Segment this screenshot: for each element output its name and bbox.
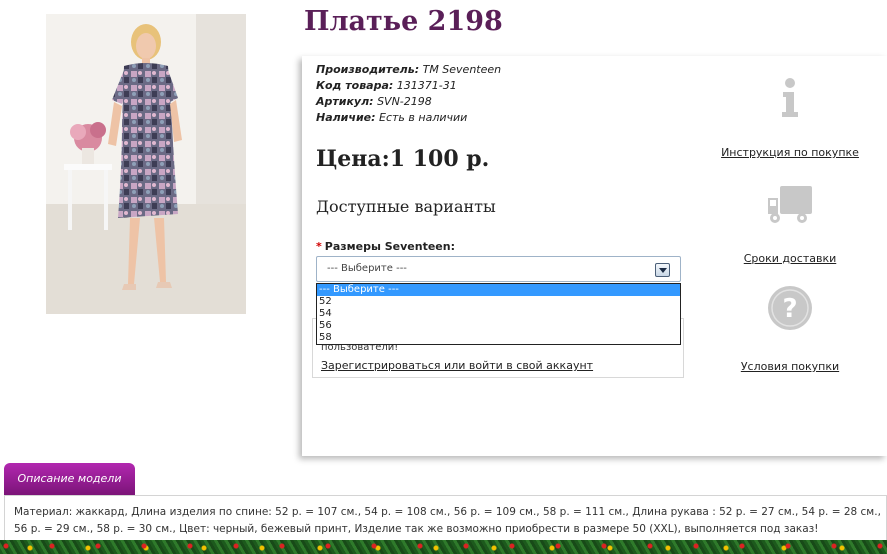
product-info: Производитель: ТМ Seventeen Код товара: … (316, 62, 501, 126)
product-photo-dress (46, 14, 246, 314)
size-label: * Размеры Seventeen: (316, 240, 455, 253)
info-code: Код товара: 131371-31 (316, 78, 501, 94)
product-photo[interactable] (46, 14, 246, 314)
decorative-garland (0, 540, 887, 554)
terms-link[interactable]: Условия покупки (720, 360, 860, 373)
instructions-block[interactable]: Инструкция по покупке (720, 74, 860, 159)
terms-block[interactable]: ? Условия покупки (720, 284, 860, 373)
code-value: 131371-31 (396, 79, 457, 92)
product-title: Платье 2198 (304, 6, 503, 37)
question-icon[interactable]: ? (766, 284, 814, 332)
size-option-58[interactable]: 58 (317, 332, 680, 344)
info-article: Артикул: SVN-2198 (316, 94, 501, 110)
svg-text:?: ? (782, 294, 797, 324)
register-login-link[interactable]: Зарегистрироваться или войти в свой акка… (321, 359, 593, 372)
info-icon[interactable] (766, 74, 814, 122)
size-option-52[interactable]: 52 (317, 296, 680, 308)
size-label-text: Размеры Seventeen: (324, 240, 455, 253)
manufacturer-label: Производитель: (316, 63, 420, 76)
size-dropdown[interactable]: --- Выберите --- 52 54 56 58 (316, 283, 681, 345)
instructions-link[interactable]: Инструкция по покупке (720, 146, 860, 159)
tab-description[interactable]: Описание модели (4, 463, 135, 495)
code-label: Код товара: (316, 79, 394, 92)
description-panel: Материал: жаккард, Длина изделия по спин… (4, 495, 887, 545)
size-option-56[interactable]: 56 (317, 320, 680, 332)
size-select-value: --- Выберите --- (327, 263, 407, 274)
delivery-block[interactable]: Сроки доставки (720, 180, 860, 265)
variants-heading: Доступные варианты (316, 197, 496, 216)
availability-value: Есть в наличии (379, 111, 468, 124)
required-mark: * (316, 240, 322, 253)
info-manufacturer: Производитель: ТМ Seventeen (316, 62, 501, 78)
availability-label: Наличие: (316, 111, 376, 124)
size-option-placeholder[interactable]: --- Выберите --- (317, 284, 680, 296)
article-label: Артикул: (316, 95, 374, 108)
delivery-link[interactable]: Сроки доставки (720, 252, 860, 265)
chevron-down-icon[interactable] (655, 263, 670, 277)
price: Цена:1 100 р. (316, 146, 490, 172)
article-value: SVN-2198 (377, 95, 432, 108)
size-option-54[interactable]: 54 (317, 308, 680, 320)
size-select[interactable]: --- Выберите --- (316, 256, 681, 282)
truck-icon[interactable] (766, 180, 814, 228)
manufacturer-value: ТМ Seventeen (422, 63, 502, 76)
product-card: Производитель: ТМ Seventeen Код товара: … (302, 56, 887, 456)
description-text: Материал: жаккард, Длина изделия по спин… (14, 506, 881, 535)
info-availability: Наличие: Есть в наличии (316, 110, 501, 126)
